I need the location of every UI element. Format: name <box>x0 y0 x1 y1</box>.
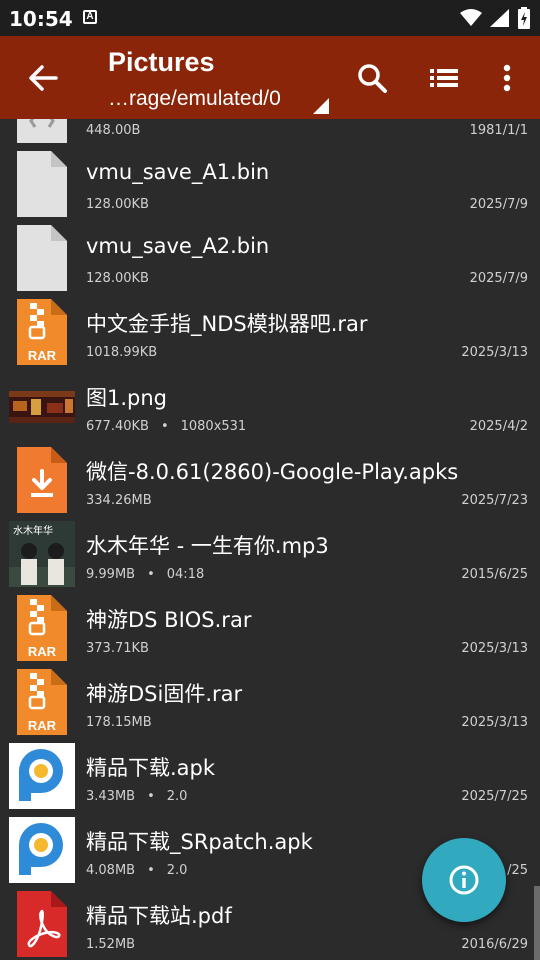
file-size: 1.52MB <box>86 937 136 952</box>
file-size: 4.08MB <box>86 863 136 878</box>
svg-text:RAR: RAR <box>28 644 57 659</box>
file-date: /25 <box>507 863 528 878</box>
wifi-icon <box>460 9 482 26</box>
path-dropdown-icon[interactable] <box>313 98 329 114</box>
separator-dot: • <box>147 863 155 878</box>
file-row[interactable]: RAR 中文金手指_NDS模拟器吧.rar 1018.99KB 2025/3/1… <box>0 295 540 369</box>
svg-text:RAR: RAR <box>28 348 57 363</box>
separator-dot: • <box>147 789 155 804</box>
separator-dot: • <box>147 567 155 582</box>
file-date: 2025/3/13 <box>461 345 528 360</box>
file-date: 2025/7/23 <box>461 493 528 508</box>
app-version: 2.0 <box>166 789 188 804</box>
info-fab[interactable] <box>422 838 506 922</box>
app-version: 2.0 <box>166 863 188 878</box>
file-row[interactable]: 微信-8.0.61(2860)-Google-Play.apks 334.26M… <box>0 443 540 517</box>
search-icon[interactable] <box>354 60 390 96</box>
file-name: 精品下载站.pdf <box>86 904 232 928</box>
file-date: 2016/6/29 <box>461 937 528 952</box>
file-date: 2025/7/9 <box>469 271 528 286</box>
file-date: 2025/7/25 <box>461 789 528 804</box>
image-thumbnail <box>9 391 75 423</box>
info-icon <box>449 865 479 895</box>
rar-archive-icon: RAR <box>17 669 67 735</box>
file-row[interactable]: vmu_save_A2.bin 128.00KB 2025/7/9 <box>0 221 540 295</box>
file-icon <box>17 225 67 291</box>
file-name: 精品下载.apk <box>86 756 216 780</box>
file-size: 9.99MB <box>86 567 136 582</box>
file-size: 373.71KB <box>86 641 149 656</box>
file-meta: 3.43MB • 2.0 <box>86 789 187 804</box>
file-name: 中文金手指_NDS模拟器吧.rar <box>86 312 368 336</box>
file-date: 2025/3/13 <box>461 715 528 730</box>
file-date: 2025/7/9 <box>469 197 528 212</box>
file-date: 1981/1/1 <box>469 123 528 138</box>
battery-icon <box>518 7 530 29</box>
file-name: 精品下载_SRpatch.apk <box>86 830 313 854</box>
file-meta: 9.99MB • 04:18 <box>86 567 204 582</box>
file-size: 334.26MB <box>86 493 152 508</box>
file-row[interactable]: RAR 神游DSi固件.rar 178.15MB 2025/3/13 <box>0 665 540 739</box>
app-bar: Pictures …rage/emulated/0 <box>0 36 540 119</box>
file-date: 2025/4/2 <box>469 419 528 434</box>
list-view-icon[interactable] <box>426 60 462 96</box>
file-name: vmu_save_A2.bin <box>86 234 270 258</box>
path-selector[interactable]: …rage/emulated/0 <box>108 87 281 111</box>
pdf-icon <box>17 891 67 957</box>
rar-archive-icon: RAR <box>17 595 67 661</box>
file-date: 2025/3/13 <box>461 641 528 656</box>
audio-duration: 04:18 <box>166 567 205 582</box>
status-bar: 10:54 A <box>0 0 540 36</box>
file-icon <box>17 151 67 217</box>
separator-dot: • <box>160 419 169 434</box>
status-time: 10:54 <box>9 7 73 31</box>
back-arrow-icon[interactable] <box>22 58 62 98</box>
signal-icon <box>490 9 509 27</box>
rar-archive-icon: RAR <box>17 299 67 365</box>
file-size: 1018.99KB <box>86 345 158 360</box>
app-icon <box>9 817 75 883</box>
app-icon <box>9 743 75 809</box>
file-row[interactable]: 精品下载.apk 3.43MB • 2.0 2025/7/25 <box>0 739 540 813</box>
file-list: 448.00B 1981/1/1 vmu_save_A1.bin 128.00K… <box>0 119 540 960</box>
file-size: 128.00KB <box>86 271 149 286</box>
scrollbar[interactable] <box>534 886 540 960</box>
file-icon <box>17 119 67 143</box>
file-meta: 4.08MB • 2.0 <box>86 863 187 878</box>
file-name: 神游DSi固件.rar <box>86 682 243 706</box>
status-icons <box>460 6 530 30</box>
svg-text:RAR: RAR <box>28 718 57 733</box>
file-name: 图1.png <box>86 386 168 410</box>
notification-icon: A <box>83 10 97 24</box>
album-art-thumbnail: 水木年华 <box>9 521 75 587</box>
svg-text:水木年华: 水木年华 <box>13 524 53 537</box>
file-date: 2015/6/25 <box>461 567 528 582</box>
file-meta: 677.40KB • 1080x531 <box>86 419 246 434</box>
file-name: 微信-8.0.61(2860)-Google-Play.apks <box>86 460 459 484</box>
file-name: vmu_save_A1.bin <box>86 160 270 184</box>
file-name: 水木年华 - 一生有你.mp3 <box>86 534 329 558</box>
file-size: 448.00B <box>86 123 141 138</box>
file-size: 677.40KB <box>86 419 149 434</box>
page-title: Pictures <box>108 47 215 77</box>
install-package-icon <box>17 447 67 513</box>
file-size: 128.00KB <box>86 197 149 212</box>
image-dimensions: 1080x531 <box>180 419 247 434</box>
file-row[interactable]: 水木年华 水木年华 - 一生有你.mp3 9.99MB • 04:18 2015/6… <box>0 517 540 591</box>
file-row[interactable]: 448.00B 1981/1/1 <box>0 119 540 147</box>
more-options-icon[interactable] <box>489 60 525 96</box>
file-size: 178.15MB <box>86 715 152 730</box>
file-row[interactable]: RAR 神游DS BIOS.rar 373.71KB 2025/3/13 <box>0 591 540 665</box>
file-size: 3.43MB <box>86 789 136 804</box>
file-name: 神游DS BIOS.rar <box>86 608 252 632</box>
file-row[interactable]: vmu_save_A1.bin 128.00KB 2025/7/9 <box>0 147 540 221</box>
file-row[interactable]: 图1.png 677.40KB • 1080x531 2025/4/2 <box>0 369 540 443</box>
